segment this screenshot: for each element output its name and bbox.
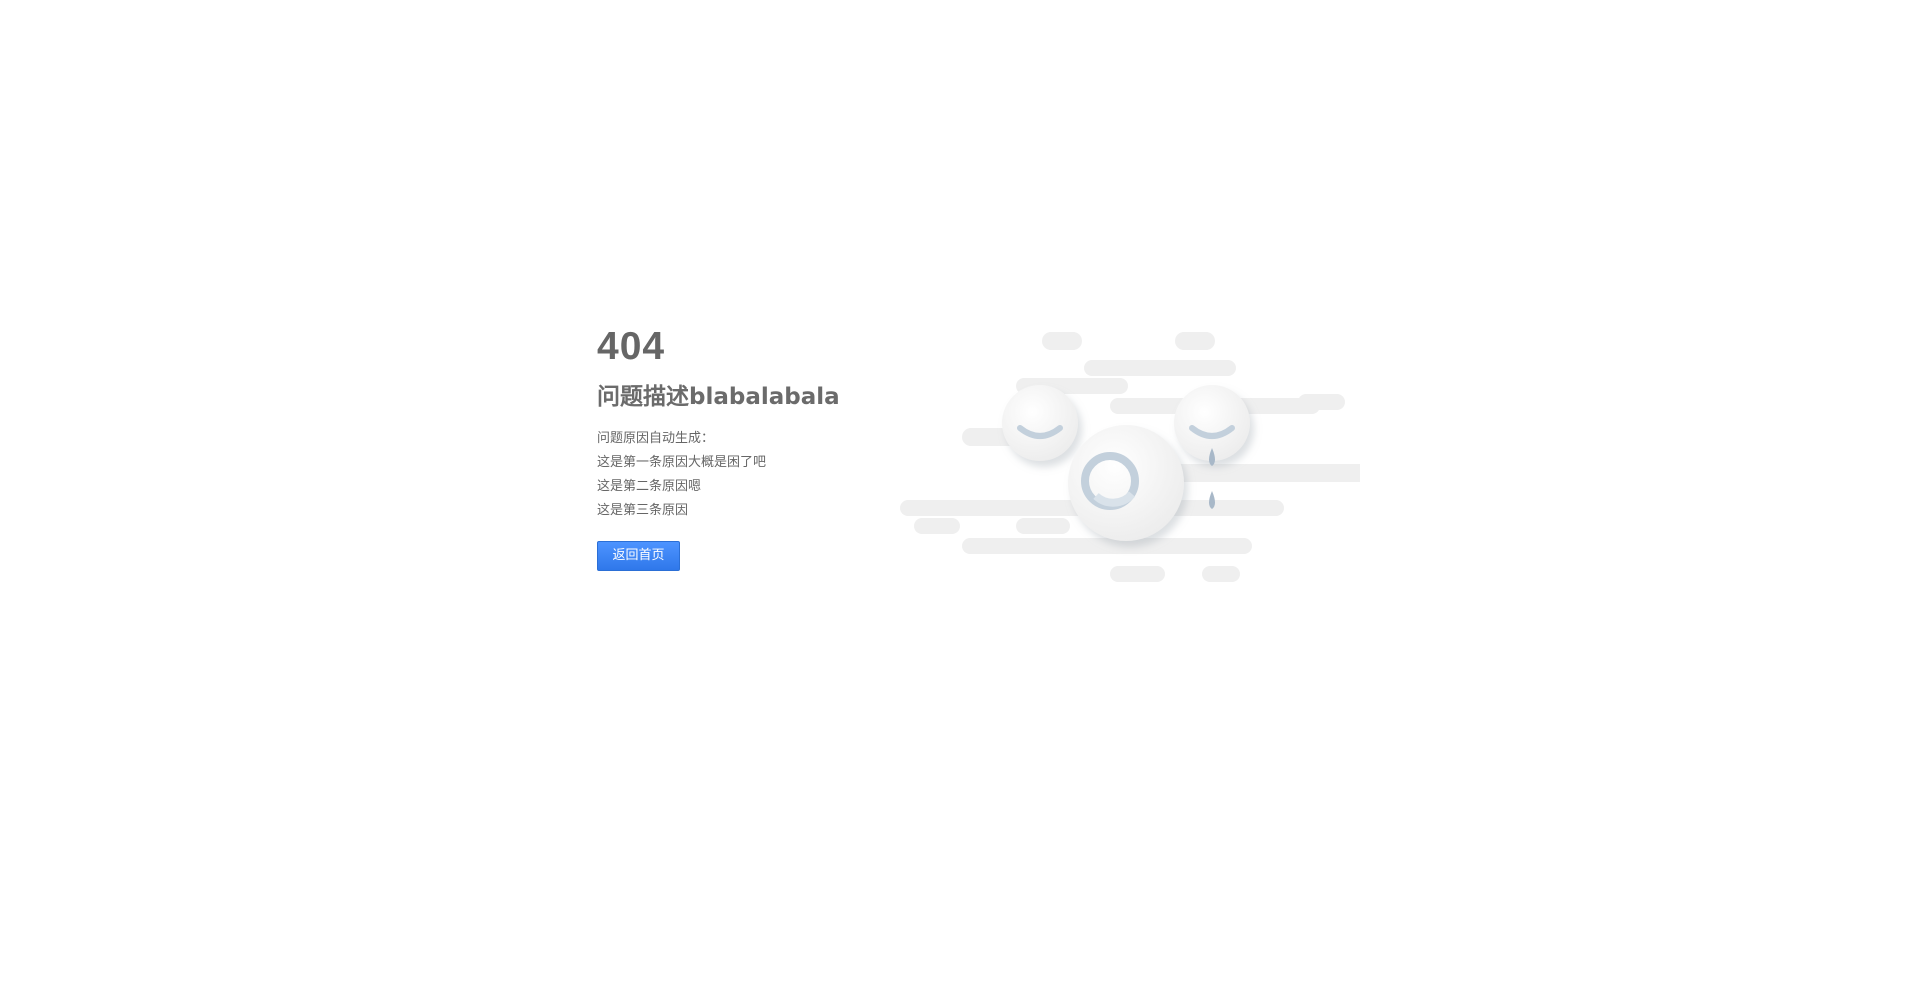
reason-heading: 问题原因自动生成： — [597, 431, 715, 446]
tear-drop — [1209, 491, 1215, 509]
left-face — [1002, 385, 1078, 461]
reason-item: 这是第一条原因大概是困了吧 — [597, 455, 767, 470]
back-home-button[interactable]: 返回首页 — [597, 541, 680, 571]
error-title: 问题描述blabalabala — [597, 384, 840, 410]
error-panel: 404 问题描述blabalabala 问题原因自动生成： 这是第一条原因大概是… — [597, 324, 877, 571]
reason-item: 这是第二条原因嗯 — [597, 479, 702, 494]
crying-face-illustration-icon — [900, 328, 1360, 588]
error-code: 404 — [597, 325, 666, 368]
reason-item: 这是第三条原因 — [597, 503, 689, 518]
error-page: 404 问题描述blabalabala 问题原因自动生成： 这是第一条原因大概是… — [0, 0, 1920, 1000]
reason-list: 问题原因自动生成： 这是第一条原因大概是困了吧 这是第二条原因嗯 这是第三条原因 — [597, 427, 877, 523]
